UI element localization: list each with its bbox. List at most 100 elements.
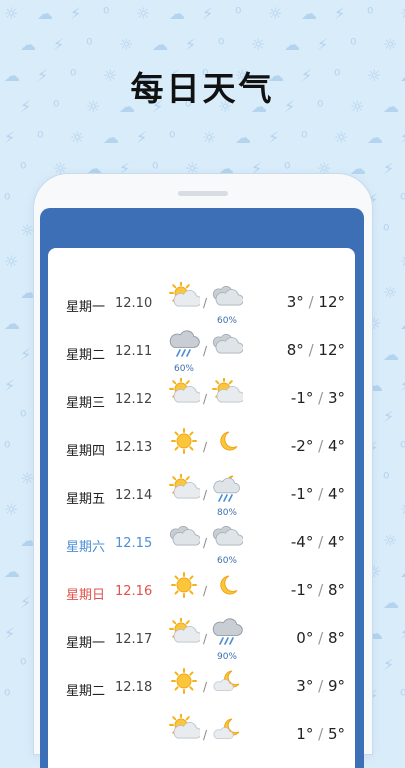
partly-cloudy-icon (168, 281, 202, 312)
temp-separator: / (318, 581, 324, 599)
partly-cloudy-icon (168, 617, 202, 648)
partly-cloudy-icon (211, 377, 245, 408)
forecast-row[interactable]: 星期六 12.15 / 60% -4° / 4° (48, 522, 355, 570)
low-temp: 8° (286, 341, 304, 359)
temperature-range: 3° / 9° (296, 677, 345, 695)
pattern-glyph: ☼ (20, 469, 35, 488)
pattern-glyph: ⚡ (383, 159, 395, 178)
app-screen: 星期一 12.10 / 60% 3° / 12° 星期二 12.11 / 60%… (40, 208, 364, 768)
low-temp: -1° (290, 389, 314, 407)
temperature-range: 1° / 5° (296, 725, 345, 743)
pattern-glyph: ⁰ (350, 35, 357, 54)
forecast-row[interactable]: / 1° / 5° (48, 713, 355, 762)
pattern-glyph: ☼ (400, 502, 405, 518)
night-precip-chance: 90% (216, 652, 237, 662)
rain-icon (211, 618, 243, 648)
pattern-glyph: ⚡ (20, 345, 32, 364)
high-temp: 9° (327, 677, 345, 695)
high-temp: 4° (327, 533, 345, 551)
day-night-separator: / (203, 488, 208, 502)
forecast-row[interactable]: 星期二 12.18 / 3° / 9° (48, 666, 355, 714)
pattern-glyph: ⚡ (400, 626, 405, 642)
temperature-range: -1° / 4° (291, 485, 345, 503)
pattern-glyph: ⚡ (4, 128, 16, 147)
pattern-glyph: ☁ (37, 4, 53, 23)
date-label: 12.15 (115, 536, 153, 551)
weekday-label: 星期四 (66, 444, 106, 459)
forecast-row[interactable]: 星期五 12.14 / 80% -1° / 4° (48, 473, 355, 522)
pattern-glyph: ☼ (136, 4, 151, 23)
pattern-glyph: ⁰ (169, 128, 176, 147)
day-night-separator: / (203, 440, 208, 454)
pattern-glyph: ☁ (284, 35, 300, 54)
partly-cloudy-icon (168, 377, 202, 408)
page-title: 每日天气 (130, 69, 275, 108)
forecast-row[interactable]: 星期三 12.12 / -1° / 3° (48, 377, 355, 426)
low-temp: -4° (290, 533, 314, 551)
high-temp: 3° (327, 389, 345, 407)
pattern-glyph: ☼ (20, 221, 35, 240)
temp-separator: / (318, 485, 324, 503)
pattern-glyph: ⚡ (70, 4, 82, 23)
high-temp: 12° (318, 341, 345, 359)
forecast-row[interactable]: 星期一 12.17 / 90% 0° / 8° (48, 617, 355, 666)
pattern-glyph: ⚡ (53, 35, 65, 54)
pattern-glyph: ☼ (202, 128, 217, 147)
low-temp: -1° (290, 581, 314, 599)
pattern-glyph: ⁰ (86, 35, 93, 54)
pattern-glyph: ⁰ (218, 35, 225, 54)
day-night-separator: / (203, 584, 208, 598)
pattern-glyph: ⁰ (400, 438, 405, 457)
high-temp: 12° (318, 293, 345, 311)
date-label: 12.16 (115, 584, 153, 599)
rain-icon (168, 330, 200, 360)
pattern-glyph: ⚡ (4, 624, 16, 643)
pattern-glyph: ⁰ (383, 469, 390, 488)
forecast-row[interactable]: 星期四 12.13 / -2° / 4° (48, 426, 355, 474)
low-temp: 3° (296, 677, 314, 695)
pattern-glyph: ☁ (383, 345, 399, 364)
high-temp: 5° (327, 725, 345, 743)
pattern-glyph: ⚡ (202, 4, 214, 23)
day-night-separator: / (203, 344, 208, 358)
pattern-glyph: ⁰ (367, 4, 374, 23)
sunny-icon (168, 666, 200, 696)
night-precip-chance: 80% (216, 508, 237, 518)
day-night-separator: / (203, 632, 208, 646)
forecast-row[interactable]: 星期日 12.16 / -1° / 8° (48, 570, 355, 618)
pattern-glyph: ⚡ (185, 35, 197, 54)
cloudy-icon (211, 330, 244, 360)
pattern-glyph: ⚡ (136, 128, 148, 147)
temp-separator: / (308, 293, 314, 311)
pattern-glyph: ⁰ (20, 655, 27, 674)
low-temp: -2° (290, 437, 314, 455)
weekday-label: 星期日 (66, 588, 106, 603)
phone-speaker (178, 191, 228, 196)
pattern-glyph: ⁰ (37, 128, 44, 147)
day-night-separator: / (203, 536, 208, 550)
low-temp: 3° (286, 293, 304, 311)
pattern-glyph: ⁰ (400, 190, 405, 209)
pattern-glyph: ☁ (4, 562, 20, 581)
forecast-row[interactable]: 星期二 12.11 / 60% 8° / 12° (48, 330, 355, 378)
daily-forecast-list: 星期一 12.10 / 60% 3° / 12° 星期二 12.11 / 60%… (48, 248, 355, 768)
pattern-glyph: ⁰ (383, 221, 390, 240)
low-temp: 1° (296, 725, 314, 743)
partly-cloudy-icon (168, 713, 202, 744)
pattern-glyph: ⚡ (4, 376, 16, 395)
date-label: 12.17 (115, 632, 153, 647)
day-night-separator: / (203, 680, 208, 694)
pattern-glyph: ☼ (251, 35, 266, 54)
pattern-glyph: ☼ (383, 283, 398, 302)
weekday-label: 星期二 (66, 684, 106, 699)
pattern-glyph: ⁰ (20, 407, 27, 426)
cloudy-icon (211, 282, 244, 312)
pattern-glyph: ⁰ (400, 686, 405, 705)
pattern-glyph: ☼ (334, 128, 349, 147)
pattern-glyph: ⚡ (400, 130, 405, 146)
moon-icon (211, 426, 243, 456)
moon-cloud-icon (211, 714, 243, 744)
forecast-row[interactable]: 星期一 12.10 / 60% 3° / 12° (48, 281, 355, 330)
pattern-glyph: ☼ (4, 500, 19, 519)
temperature-range: 8° / 12° (287, 341, 345, 359)
